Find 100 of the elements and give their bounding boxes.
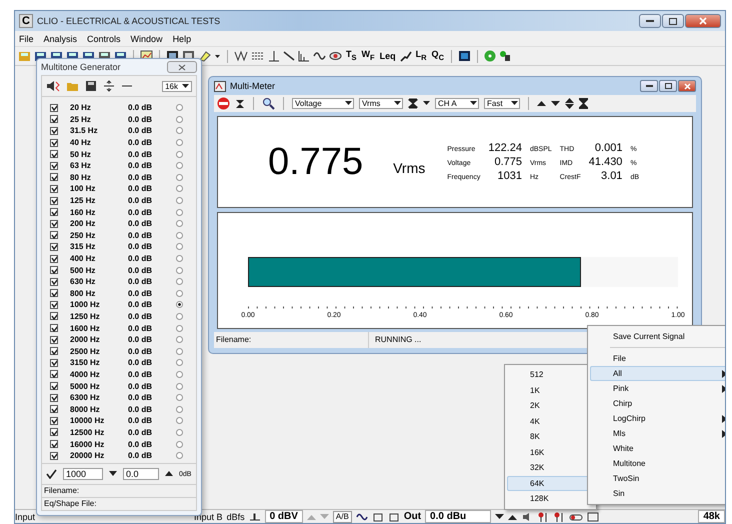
radio-button[interactable]: [176, 220, 183, 228]
frequency-field[interactable]: 1000: [63, 468, 103, 480]
radio-button[interactable]: [176, 116, 183, 123]
checkbox[interactable]: [50, 242, 58, 251]
checkbox[interactable]: [50, 336, 58, 344]
unit-dropdown[interactable]: Vrms: [359, 98, 403, 109]
radio-button[interactable]: [176, 232, 183, 239]
radio-button[interactable]: [176, 197, 183, 204]
radio-button[interactable]: [176, 150, 183, 158]
checkbox[interactable]: [50, 138, 58, 147]
impulse-icon[interactable]: [248, 512, 261, 522]
sine-icon[interactable]: [356, 512, 368, 522]
radio-button[interactable]: [176, 301, 183, 308]
channel-dropdown[interactable]: CH A: [435, 98, 479, 109]
output-level-field[interactable]: 0.0 dBu: [425, 510, 492, 523]
checkbox[interactable]: [50, 440, 58, 448]
menu-item[interactable]: Pink: [590, 381, 725, 396]
range-icon[interactable]: [579, 98, 588, 109]
radio-button[interactable]: [176, 185, 183, 192]
radio-button[interactable]: [176, 336, 183, 344]
radio-button[interactable]: [176, 162, 183, 170]
menu-item[interactable]: Controls: [87, 34, 121, 44]
menu-item[interactable]: LogChirp: [590, 411, 725, 426]
minimize-button[interactable]: [640, 80, 658, 92]
radio-button[interactable]: [176, 208, 183, 216]
radio-button[interactable]: [176, 255, 183, 262]
caret-icon[interactable]: [423, 101, 430, 106]
checkbox[interactable]: [50, 208, 58, 216]
checkbox[interactable]: [50, 312, 58, 320]
level-field[interactable]: 0.0: [123, 468, 159, 480]
menu-item[interactable]: File: [19, 34, 34, 44]
checkbox[interactable]: [50, 196, 58, 205]
step-icon[interactable]: [400, 50, 412, 62]
toolbar-button[interactable]: L$_{R}$: [414, 49, 428, 63]
radio-button[interactable]: [176, 428, 183, 436]
checkbox[interactable]: [50, 278, 58, 286]
checkbox[interactable]: [50, 254, 58, 263]
checkmark-icon[interactable]: [46, 469, 57, 479]
menu-item[interactable]: Multitone: [590, 456, 725, 471]
waveform-icon[interactable]: [234, 50, 248, 62]
down-arrow-icon[interactable]: [109, 471, 117, 477]
checkbox[interactable]: [50, 452, 58, 460]
radio-button[interactable]: [176, 394, 183, 402]
slope-icon[interactable]: [283, 50, 295, 62]
speed-dropdown[interactable]: Fast: [484, 98, 520, 109]
radio-button[interactable]: [176, 359, 183, 366]
radio-button[interactable]: [176, 406, 183, 413]
waveform-icon[interactable]: [251, 50, 265, 62]
radio-button[interactable]: [176, 312, 183, 320]
close-button[interactable]: [685, 14, 721, 28]
checkbox[interactable]: [50, 382, 58, 390]
menu-item[interactable]: Analysis: [44, 34, 78, 44]
checkbox[interactable]: [50, 405, 58, 414]
ab-button[interactable]: A/B: [332, 510, 352, 522]
up-arrow-icon[interactable]: [165, 471, 173, 477]
checkbox[interactable]: [50, 358, 58, 367]
checkbox[interactable]: [50, 115, 58, 124]
maximize-button[interactable]: [662, 14, 684, 28]
maximize-button[interactable]: [659, 80, 677, 92]
up-arrow-icon[interactable]: [508, 512, 518, 520]
up-arrow-icon[interactable]: [537, 100, 546, 107]
checkbox[interactable]: [50, 231, 58, 240]
range-icon[interactable]: [408, 98, 418, 109]
device-icon[interactable]: [587, 512, 600, 522]
checkbox[interactable]: [50, 162, 58, 170]
menu-item[interactable]: Chirp: [590, 396, 725, 411]
down-arrow-icon[interactable]: [495, 512, 504, 520]
radio-button[interactable]: [176, 324, 183, 332]
stop-icon[interactable]: [217, 97, 230, 110]
size-dropdown[interactable]: 16k: [162, 80, 192, 92]
checkbox[interactable]: [50, 394, 58, 402]
radio-button[interactable]: [176, 348, 183, 355]
radio-button[interactable]: [176, 139, 183, 146]
radio-button[interactable]: [176, 278, 183, 286]
checkbox[interactable]: [50, 289, 58, 298]
checkbox[interactable]: [50, 104, 58, 112]
checkbox[interactable]: [50, 416, 58, 425]
hold-icon[interactable]: [235, 98, 245, 108]
expand-icon[interactable]: [103, 80, 115, 92]
radio-button[interactable]: [176, 243, 183, 250]
close-button[interactable]: [167, 61, 197, 73]
toolbar-button[interactable]: Leq: [378, 51, 397, 61]
checkbox[interactable]: [50, 126, 58, 135]
toolbar-button[interactable]: T$_{S}$: [345, 49, 358, 63]
checkbox[interactable]: [50, 184, 58, 193]
menu-item[interactable]: All: [590, 366, 725, 381]
checkbox[interactable]: [50, 266, 58, 274]
radio-button[interactable]: [176, 452, 183, 460]
toolbar-button[interactable]: W$_{F}$: [360, 49, 376, 63]
checkbox[interactable]: [50, 300, 58, 309]
radio-button[interactable]: [176, 440, 183, 448]
checkbox[interactable]: [50, 173, 58, 182]
radio-button[interactable]: [176, 174, 183, 181]
checkbox[interactable]: [50, 324, 58, 332]
radio-button[interactable]: [176, 417, 183, 424]
menu-item[interactable]: Mls: [590, 426, 725, 441]
radio-button[interactable]: [176, 127, 183, 134]
checkbox[interactable]: [50, 370, 58, 378]
close-button[interactable]: [678, 80, 696, 92]
menu-item[interactable]: Window: [130, 34, 163, 44]
